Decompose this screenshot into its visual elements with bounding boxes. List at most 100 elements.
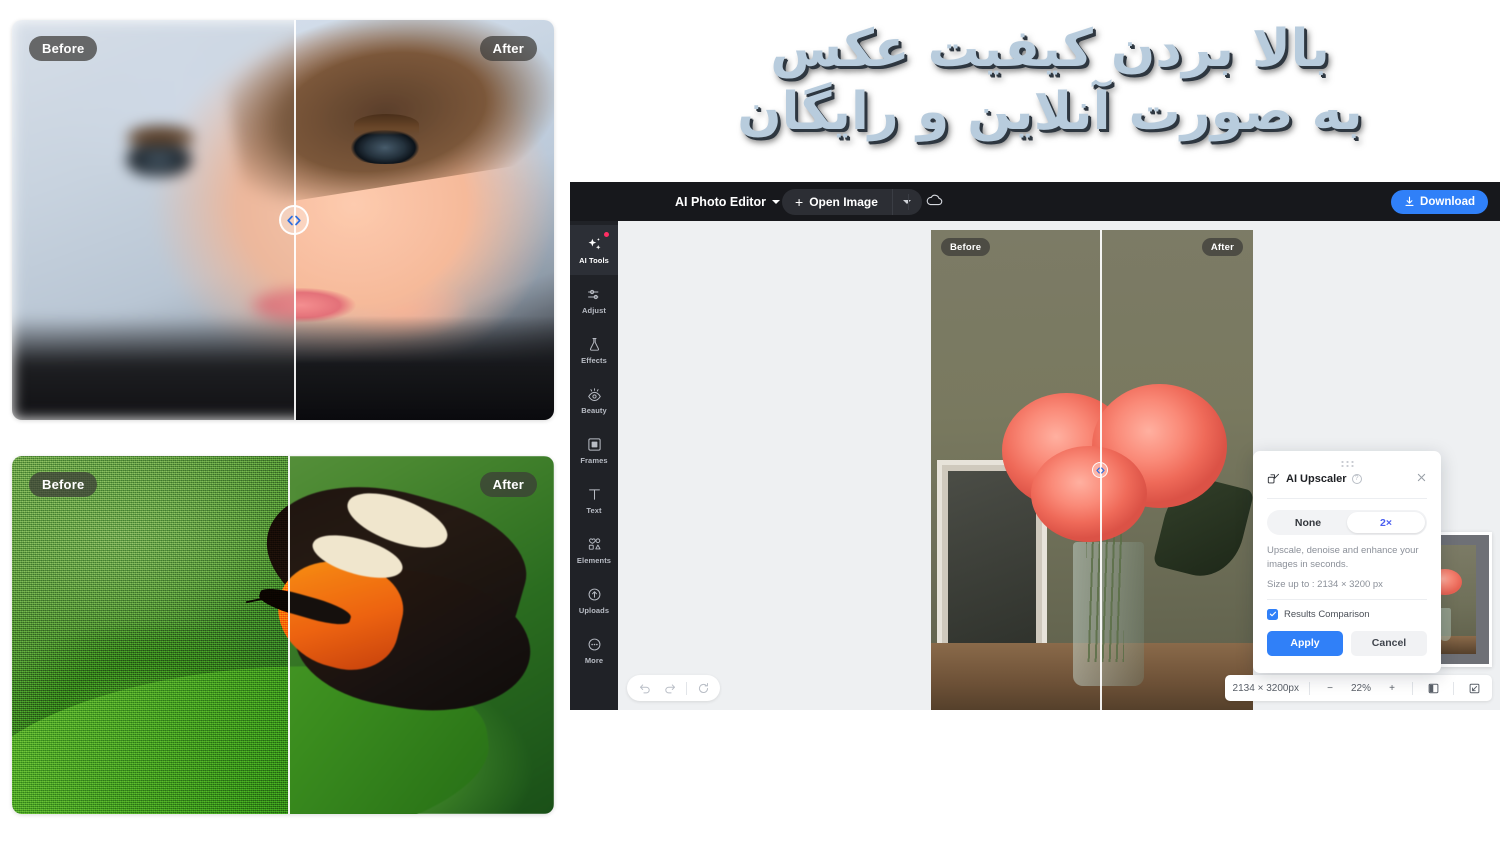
comparison-divider	[288, 456, 291, 814]
left-right-chevrons-icon	[287, 215, 301, 225]
open-image-label: Open Image	[809, 194, 878, 209]
sidebar-item-label: Beauty	[581, 405, 607, 415]
chevron-down-icon	[771, 199, 780, 204]
history-toolbar	[627, 675, 720, 701]
reset-button[interactable]	[691, 676, 715, 700]
butterfly-comparison-card[interactable]: Before After	[12, 456, 554, 814]
download-icon	[1405, 196, 1414, 206]
zoom-in-button[interactable]: +	[1382, 678, 1402, 698]
cloud-icon	[926, 194, 943, 205]
apply-button[interactable]: Apply	[1267, 630, 1343, 656]
sidebar-item-elements[interactable]: Elements	[570, 525, 618, 575]
text-icon	[588, 488, 600, 500]
neck-shape	[12, 316, 294, 420]
antenna	[246, 593, 282, 603]
download-button[interactable]: Download	[1391, 189, 1488, 214]
results-comparison-checkbox[interactable]	[1267, 608, 1278, 620]
checkmark-icon	[1269, 611, 1276, 617]
dialog-divider	[1267, 598, 1427, 600]
canvas-comparison-view[interactable]: Before After	[931, 230, 1253, 710]
butterfly-after-image	[288, 456, 554, 814]
editor-canvas[interactable]: Before After 2134 × 3200px − 22% + AI Up…	[618, 221, 1500, 710]
canvas-after-badge: After	[1201, 238, 1243, 256]
drag-handle-icon[interactable]	[1340, 460, 1354, 467]
canvas-slider-handle[interactable]	[1092, 462, 1109, 478]
headline-line-1: بالا بردن کیفیت عکس	[770, 19, 1330, 79]
canvas-before-image	[931, 230, 1101, 710]
status-bar: 2134 × 3200px − 22% +	[1224, 675, 1492, 701]
close-icon[interactable]	[1416, 471, 1427, 487]
dialog-size-note: Size up to : 2134 × 3200 px	[1267, 578, 1383, 590]
sidebar-item-beauty[interactable]: Beauty	[570, 375, 618, 425]
results-comparison-row[interactable]: Results Comparison	[1267, 608, 1427, 620]
sidebar-item-uploads[interactable]: Uploads	[570, 575, 618, 625]
sidebar-item-adjust[interactable]: Adjust	[570, 275, 618, 325]
open-image-dropdown-button[interactable]	[891, 188, 922, 215]
sidebar-item-more[interactable]: More	[570, 625, 618, 675]
upscaler-icon	[1267, 473, 1280, 483]
cancel-button[interactable]: Cancel	[1351, 630, 1427, 656]
notification-dot	[604, 232, 609, 237]
flask-icon	[589, 337, 599, 351]
status-divider	[1412, 681, 1413, 695]
zoom-out-button[interactable]: −	[1320, 678, 1340, 698]
scale-segmented-control[interactable]: None 2×	[1267, 510, 1427, 535]
open-image-group[interactable]: + Open Image	[782, 188, 922, 215]
sliders-icon	[587, 289, 598, 299]
ai-upscaler-dialog[interactable]: AI Upscaler ? None 2× Upscale, denoise a…	[1253, 451, 1441, 673]
scale-option-2x[interactable]: 2×	[1347, 512, 1425, 533]
dialog-title: AI Upscaler	[1286, 473, 1347, 485]
portrait-before-half	[12, 20, 294, 420]
comparison-slider-handle[interactable]	[278, 205, 309, 235]
butterfly-shape	[240, 458, 289, 729]
before-badge: Before	[29, 472, 98, 497]
undo-button[interactable]	[632, 676, 656, 700]
shapes-icon	[588, 537, 600, 550]
fit-screen-button[interactable]	[1464, 678, 1484, 698]
sparkles-icon	[588, 237, 600, 249]
sidebar-item-effects[interactable]: Effects	[570, 325, 618, 375]
sidebar-item-ai-tools[interactable]: AI Tools	[570, 225, 618, 275]
sidebar-item-label: Text	[586, 505, 602, 515]
ellipsis-icon	[588, 638, 600, 650]
results-comparison-label: Results Comparison	[1284, 608, 1370, 620]
scale-option-none[interactable]: None	[1269, 512, 1347, 533]
butterfly-after-half	[288, 456, 554, 814]
app-title-menu[interactable]: AI Photo Editor	[675, 195, 780, 209]
split-compare-icon	[1428, 683, 1438, 693]
help-icon[interactable]: ?	[1351, 474, 1362, 484]
headline: بالا بردن کیفیت عکس به صورت آنلاین و رای…	[600, 18, 1500, 145]
portrait-after-image	[293, 20, 554, 420]
eye-icon	[587, 387, 601, 401]
canvas-before-badge: Before	[941, 238, 991, 256]
after-badge: After	[479, 36, 537, 61]
sidebar-item-label: More	[584, 655, 604, 665]
dialog-divider	[1267, 498, 1427, 499]
sidebar-item-text[interactable]: Text	[570, 475, 618, 525]
plus-icon: +	[795, 193, 804, 210]
open-image-button[interactable]: + Open Image	[782, 189, 892, 215]
screenshot-root: Before After Before After بالا بردن کیفی…	[0, 0, 1500, 843]
dialog-header: AI Upscaler ?	[1267, 469, 1427, 489]
canvas-before-half	[931, 230, 1101, 710]
redo-button[interactable]	[658, 676, 682, 700]
compare-toggle-button[interactable]	[1423, 678, 1443, 698]
frame-icon	[587, 437, 601, 451]
fit-screen-icon	[1469, 683, 1479, 693]
hair-shape	[216, 20, 294, 209]
dialog-actions: Apply Cancel	[1267, 630, 1427, 656]
cloud-save-button[interactable]	[926, 193, 943, 211]
canvas-after-half	[1100, 230, 1253, 710]
left-right-chevrons-icon	[1095, 466, 1105, 474]
image-dimensions-label: 2134 × 3200px	[1232, 682, 1299, 694]
canvas-after-image	[1100, 230, 1253, 710]
sidebar-item-label: Effects	[581, 355, 607, 365]
after-badge: After	[479, 472, 537, 497]
portrait-comparison-card[interactable]: Before After	[12, 20, 554, 420]
portrait-before-image	[12, 20, 294, 420]
portrait-after-half	[293, 20, 554, 420]
upload-icon	[588, 588, 600, 600]
sidebar-item-label: Adjust	[582, 305, 606, 315]
before-badge: Before	[29, 36, 98, 61]
sidebar-item-frames[interactable]: Frames	[570, 425, 618, 475]
